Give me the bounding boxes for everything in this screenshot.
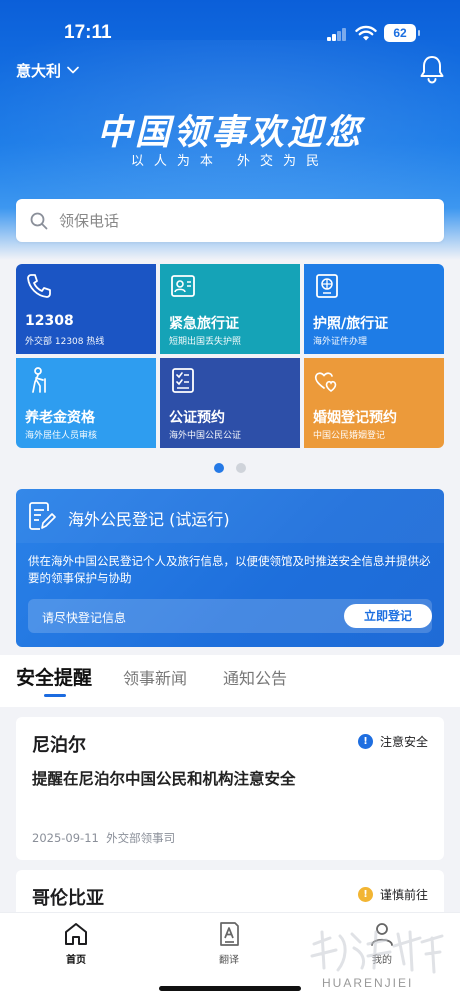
service-tile-passport[interactable]: 护照/旅行证 海外证件办理 — [304, 264, 444, 354]
translate-icon — [220, 922, 239, 946]
page-title: 中国领事欢迎您 — [96, 112, 363, 153]
warning-icon: ! — [357, 887, 373, 902]
home-icon — [65, 923, 87, 945]
tile-subtitle: 短期出国丢失护照 — [169, 337, 242, 347]
tile-title: 婚姻登记预约 — [313, 410, 397, 426]
pager-dot-active[interactable] — [214, 463, 224, 473]
tile-subtitle: 海外居住人员审核 — [25, 431, 98, 441]
chevron-down-icon — [67, 66, 79, 74]
news-meta: 2025-09-11 外交部领事司 — [32, 830, 175, 846]
status-badge: ! 注意安全 — [357, 733, 428, 750]
elder-icon — [32, 367, 46, 393]
checklist-icon — [172, 368, 194, 393]
status-badge-label: 注意安全 — [379, 735, 428, 749]
registration-title: 海外公民登记 (试运行) — [68, 510, 230, 529]
watermark-text: HUARENJIEI — [322, 976, 414, 990]
overseas-registration-card: 海外公民登记 (试运行) 供在海外中国公民登记个人及旅行信息，以便使领馆及时推送… — [16, 489, 444, 647]
bell-icon[interactable] — [418, 54, 446, 84]
tab-notices[interactable]: 通知公告 — [223, 665, 287, 689]
info-icon: ! — [357, 734, 373, 749]
nav-label: 翻译 — [219, 955, 239, 966]
registration-description: 供在海外中国公民登记个人及旅行信息，以便使领馆及时推送安全信息并提供必要的领事保… — [28, 554, 431, 585]
page-subtitle: 以人为本 外交为民 — [130, 154, 330, 169]
news-card[interactable]: 尼泊尔 ! 注意安全 提醒在尼泊尔中国公民和机构注意安全 2025-09-11 … — [16, 717, 444, 860]
nav-translate[interactable]: 翻译 — [199, 921, 259, 966]
search-bar[interactable] — [16, 199, 444, 242]
active-tab-indicator — [44, 694, 66, 697]
news-date: 2025-09-11 — [32, 831, 99, 845]
tile-title: 养老金资格 — [25, 410, 95, 426]
service-tile-marriage[interactable]: 婚姻登记预约 中国公民婚姻登记 — [304, 358, 444, 448]
wifi-icon — [355, 25, 377, 41]
news-country: 哥伦比亚 — [32, 888, 104, 909]
news-headline: 提醒在尼泊尔中国公民和机构注意安全 — [32, 770, 296, 788]
pager-dots — [0, 463, 460, 473]
tile-title: 紧急旅行证 — [169, 316, 239, 332]
register-now-button[interactable]: 立即登记 — [344, 604, 432, 628]
tile-subtitle: 海外中国公民公证 — [169, 431, 242, 441]
status-badge-label: 谨慎前往 — [379, 888, 428, 902]
country-label: 意大利 — [16, 61, 62, 80]
tile-subtitle: 海外证件办理 — [313, 337, 368, 347]
phone-icon — [27, 274, 51, 298]
news-tabs: 安全提醒 领事新闻 通知公告 — [0, 655, 460, 707]
nav-label: 首页 — [66, 955, 86, 966]
country-selector[interactable]: 意大利 — [16, 58, 79, 82]
tile-title: 护照/旅行证 — [313, 316, 389, 332]
news-country: 尼泊尔 — [32, 735, 86, 756]
registration-prompt: 请尽快登记信息 — [42, 611, 127, 625]
hearts-icon — [314, 372, 337, 393]
tile-title: 公证预约 — [169, 410, 225, 426]
battery-icon: 62 — [384, 24, 420, 42]
pager-dot[interactable] — [236, 463, 246, 473]
tab-safety-alerts[interactable]: 安全提醒 — [16, 663, 92, 690]
status-badge: ! 谨慎前往 — [357, 886, 428, 903]
id-card-icon — [171, 275, 195, 297]
registration-prompt-bar: 请尽快登记信息 立即登记 — [28, 599, 432, 633]
home-indicator — [159, 986, 301, 991]
search-input[interactable] — [59, 211, 419, 230]
nav-home[interactable]: 首页 — [46, 921, 106, 966]
service-tile-notary[interactable]: 公证预约 海外中国公民公证 — [160, 358, 300, 448]
status-time: 17:11 — [64, 22, 112, 43]
service-tile-12308[interactable]: 12308 外交部 12308 热线 — [16, 264, 156, 354]
tile-subtitle: 外交部 12308 热线 — [25, 337, 105, 347]
service-tile-pension[interactable]: 养老金资格 海外居住人员审核 — [16, 358, 156, 448]
tile-title: 12308 — [25, 313, 74, 329]
tab-consular-news[interactable]: 领事新闻 — [123, 665, 187, 689]
service-tile-emergency-travel-doc[interactable]: 紧急旅行证 短期出国丢失护照 — [160, 264, 300, 354]
service-grid: 12308 外交部 12308 热线 紧急旅行证 短期出国丢失护照 护照/旅行证… — [16, 264, 444, 448]
signal-icon — [327, 28, 347, 41]
edit-form-icon — [29, 502, 56, 530]
status-bar: 17:11 62 — [0, 0, 460, 60]
tile-subtitle: 中国公民婚姻登记 — [313, 431, 386, 441]
news-source: 外交部领事司 — [106, 831, 176, 845]
search-icon — [30, 212, 48, 229]
passport-icon — [316, 274, 338, 298]
